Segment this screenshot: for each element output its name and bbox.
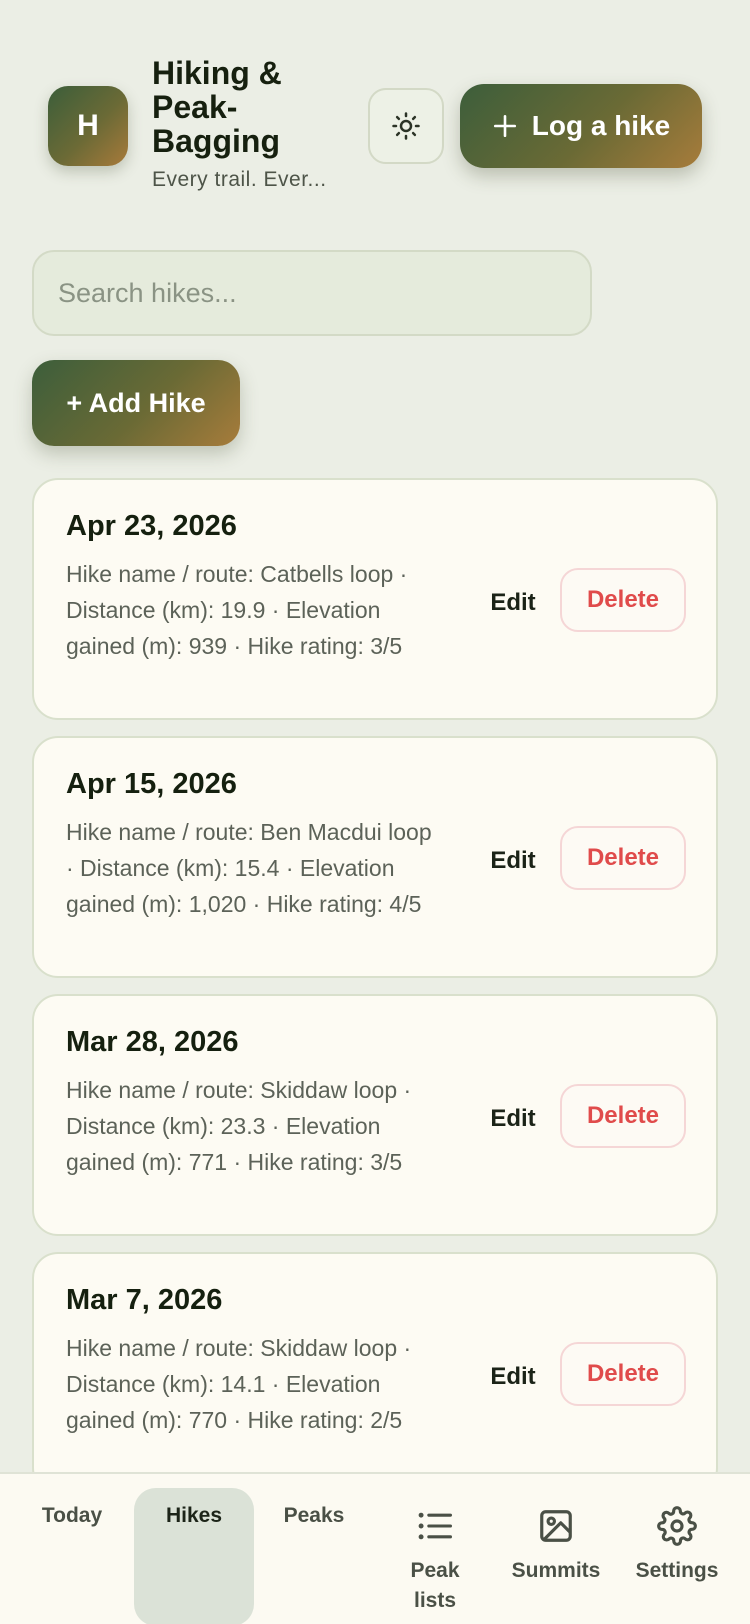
hike-list: Apr 23, 2026 Hike name / route: Catbells … (32, 478, 718, 1510)
nav-item-summits[interactable]: Summits (496, 1488, 616, 1624)
theme-toggle-button[interactable] (368, 88, 444, 164)
app-root: H Hiking & Peak-Bagging Every trail. Eve… (0, 0, 750, 1624)
nav-label-settings: Settings (635, 1559, 719, 1582)
sun-icon (392, 112, 420, 140)
nav-label-peak-lists: Peak lists (410, 1559, 460, 1612)
nav-label-today: Today (41, 1504, 103, 1527)
nav-label-hikes: Hikes (165, 1504, 223, 1527)
bottom-nav: Today Hikes Peaks Peak lists Summits Set… (0, 1472, 750, 1624)
delete-button[interactable]: Delete (560, 1342, 686, 1406)
nav-item-settings[interactable]: Settings (617, 1488, 737, 1624)
edit-button[interactable]: Edit (478, 830, 548, 892)
delete-button[interactable]: Delete (560, 568, 686, 632)
hike-details: Hike name / route: Ben Macdui loop · Dis… (66, 819, 432, 917)
hike-details: Hike name / route: Skiddaw loop · Distan… (66, 1335, 412, 1433)
edit-button[interactable]: Edit (478, 572, 548, 634)
plus-icon (493, 114, 516, 138)
nav-item-peaks[interactable]: Peaks (254, 1488, 374, 1624)
hike-card: Apr 23, 2026 Hike name / route: Catbells … (32, 478, 718, 720)
search-input[interactable]: Search hikes... (32, 250, 592, 336)
hike-card: Mar 7, 2026 Hike name / route: Skiddaw lo… (32, 1252, 718, 1494)
header: H Hiking & Peak-Bagging Every trail. Eve… (48, 56, 702, 196)
log-hike-button[interactable]: Log a hike (460, 84, 702, 168)
edit-button[interactable]: Edit (478, 1346, 548, 1408)
nav-item-today[interactable]: Today (12, 1488, 132, 1624)
nav-label-peaks: Peaks (283, 1504, 345, 1527)
hike-card: Mar 28, 2026 Hike name / route: Skiddaw l… (32, 994, 718, 1236)
delete-button[interactable]: Delete (560, 826, 686, 890)
hike-date: Mar 7, 2026 (66, 1284, 223, 1316)
title-block: Hiking & Peak-Bagging Every trail. Ever.… (152, 56, 352, 192)
edit-button[interactable]: Edit (478, 1088, 548, 1150)
gear-icon (657, 1506, 697, 1546)
hike-details: Hike name / route: Catbells loop · Dista… (66, 561, 408, 659)
app-title: Hiking & Peak-Bagging (152, 55, 282, 159)
add-hike-button[interactable]: + Add Hike (32, 360, 240, 446)
log-hike-label: Log a hike (531, 110, 671, 141)
hike-card: Apr 15, 2026 Hike name / route: Ben Macdu… (32, 736, 718, 978)
search-placeholder: Search hikes... (58, 277, 237, 308)
avatar: H (48, 86, 128, 166)
app-subtitle: Every trail. Ever... (152, 168, 327, 191)
nav-item-peak-lists[interactable]: Peak lists (375, 1488, 495, 1624)
hike-date: Apr 23, 2026 (66, 510, 237, 542)
hike-date: Apr 15, 2026 (66, 768, 237, 800)
nav-item-hikes[interactable]: Hikes (134, 1488, 254, 1624)
delete-button[interactable]: Delete (560, 1084, 686, 1148)
list-icon (416, 1506, 454, 1546)
image-icon (537, 1506, 575, 1546)
hike-details: Hike name / route: Skiddaw loop · Distan… (66, 1077, 412, 1175)
hike-date: Mar 28, 2026 (66, 1026, 239, 1058)
nav-label-summits: Summits (511, 1559, 601, 1582)
